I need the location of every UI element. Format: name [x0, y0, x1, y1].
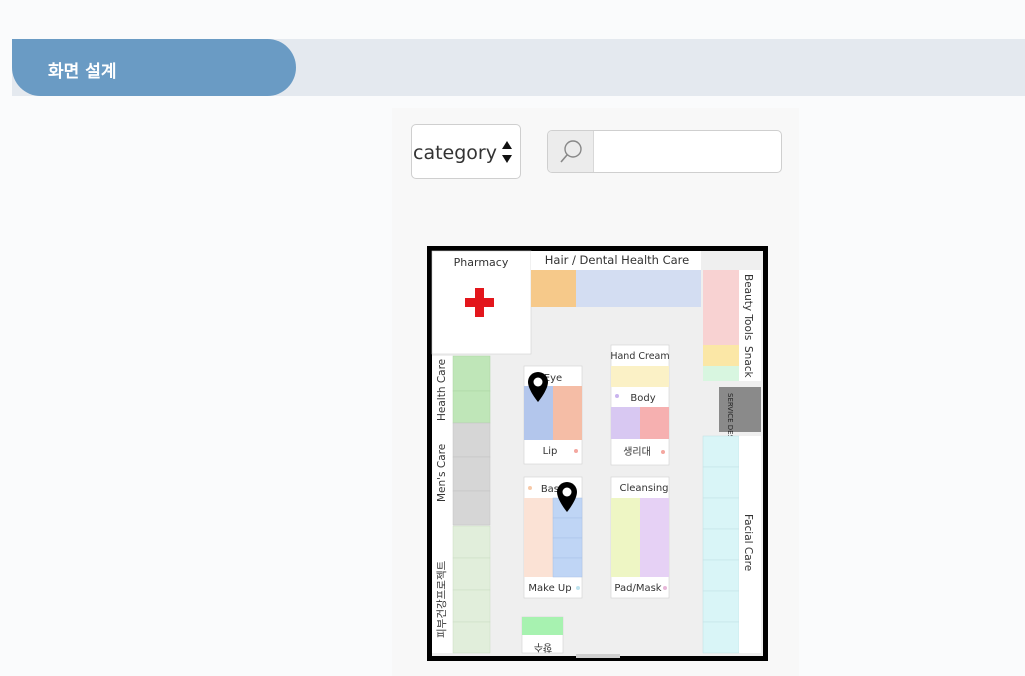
header-title-pill: 화면 설계 — [12, 39, 296, 96]
sanitary-label: 생리대 — [623, 446, 651, 458]
perfume-label: 향수 — [534, 641, 552, 653]
beauty-tools-shelf[interactable] — [703, 270, 739, 345]
sort-arrows-icon — [502, 141, 512, 163]
category-select-label: category — [413, 142, 497, 164]
search-icon[interactable] — [548, 131, 594, 172]
mens-care-shelves[interactable] — [452, 422, 491, 526]
base-dot — [528, 486, 532, 490]
cleansing-label: Cleansing — [619, 483, 668, 494]
make-up-label: Make Up — [528, 583, 571, 594]
cleansing-shelf-left[interactable] — [611, 498, 640, 577]
page-title: 화면 설계 — [48, 62, 117, 82]
base-shelf-left[interactable] — [524, 498, 553, 577]
skin-health-shelves[interactable] — [452, 525, 491, 654]
snack-shelf-2[interactable] — [703, 366, 739, 381]
make-up-dot — [576, 586, 580, 590]
snack-shelf[interactable] — [703, 345, 739, 366]
body-label: Body — [630, 393, 655, 404]
pad-mask-label: Pad/Mask — [614, 583, 661, 594]
category-select[interactable]: category — [411, 124, 521, 179]
skin-health-label: 피부건강프로젝트 — [436, 560, 448, 638]
mens-care-label: Men's Care — [436, 444, 448, 502]
cleansing-shelf-right[interactable] — [640, 498, 669, 577]
pad-mask-dot — [663, 586, 667, 590]
hair-dental-shelf-1[interactable] — [531, 270, 576, 307]
hair-dental-label: Hair / Dental Health Care — [545, 253, 689, 267]
lip-dot — [574, 449, 578, 453]
search-input[interactable] — [594, 131, 781, 172]
perfume-shelf[interactable] — [522, 617, 563, 635]
entrance — [576, 654, 620, 658]
beauty-tools-label: Beauty Tools — [742, 274, 754, 340]
hair-dental-shelf-2[interactable] — [576, 270, 701, 307]
body-dot — [615, 394, 619, 398]
eye-shelf-right[interactable] — [553, 386, 582, 440]
lip-label: Lip — [543, 446, 558, 457]
health-care-shelves[interactable] — [452, 355, 491, 424]
service-desk[interactable] — [719, 387, 761, 432]
facial-care-shelves[interactable] — [702, 435, 740, 654]
facial-care-label: Facial Care — [742, 514, 754, 571]
store-floor-map: Pharmacy Hair / Dental Health Care Beaut… — [427, 246, 768, 661]
health-care-label: Health Care — [436, 359, 448, 421]
hand-cream-label: Hand Cream — [610, 351, 669, 362]
search-box[interactable] — [547, 130, 782, 173]
hand-cream-shelf[interactable] — [611, 366, 669, 387]
body-shelf-left[interactable] — [611, 407, 640, 439]
body-shelf-right[interactable] — [640, 407, 669, 439]
snack-label: Snack — [742, 346, 754, 379]
sanitary-dot — [661, 450, 665, 454]
pharmacy-label: Pharmacy — [454, 256, 509, 269]
